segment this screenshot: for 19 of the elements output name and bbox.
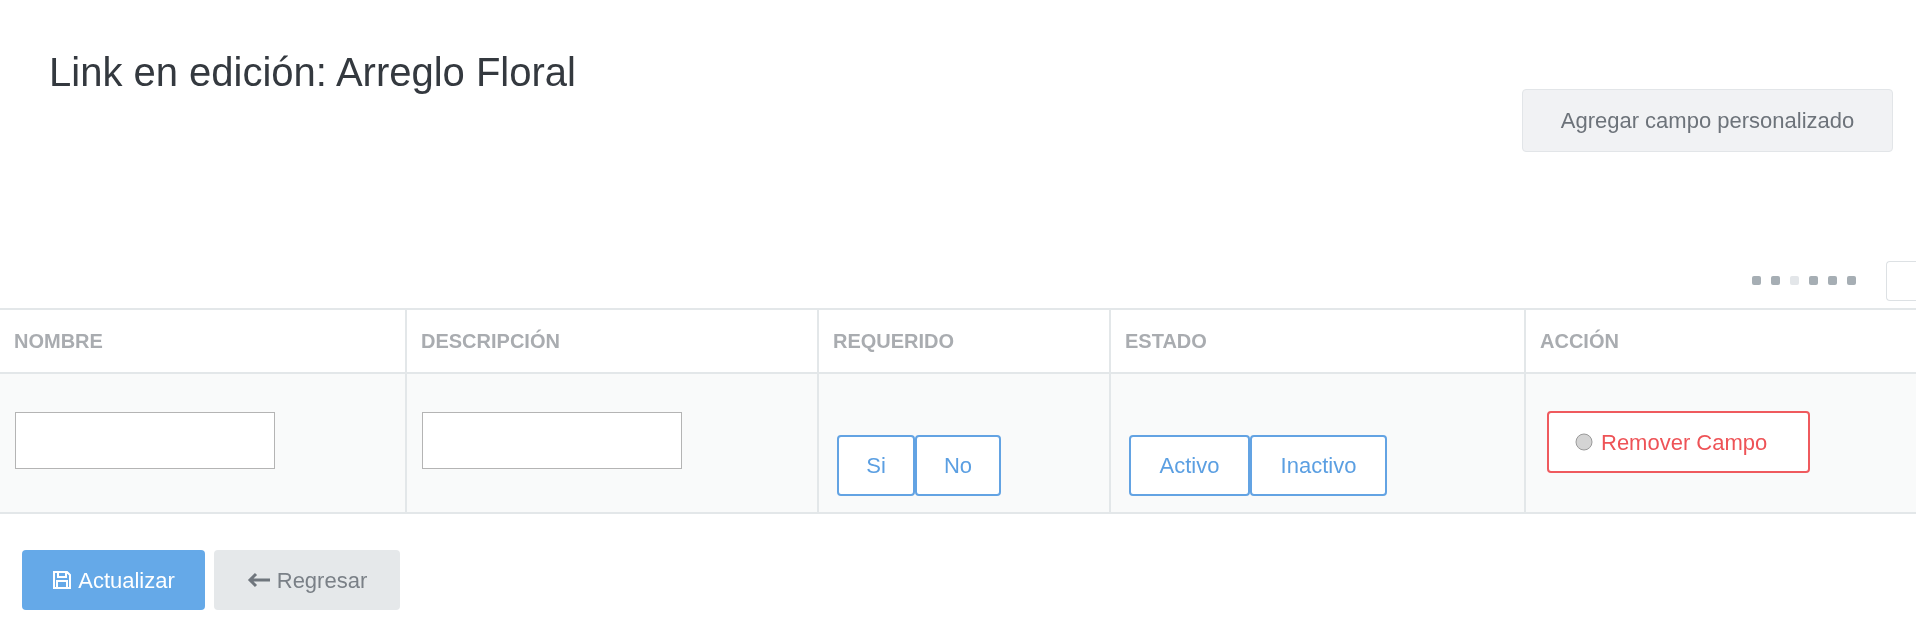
column-header: NOMBRE xyxy=(14,329,103,354)
back-button[interactable]: Regresar xyxy=(214,550,400,610)
remove-field-button[interactable]: Remover Campo xyxy=(1547,411,1810,473)
option-button[interactable]: Inactivo xyxy=(1250,435,1387,496)
option-button[interactable]: Si xyxy=(837,435,915,496)
input-field[interactable] xyxy=(422,412,682,469)
column-header: ESTADO xyxy=(1125,329,1207,354)
input-field[interactable] xyxy=(15,412,275,469)
add-field-button[interactable]: Agregar campo personalizado xyxy=(1522,89,1893,152)
update-button[interactable]: Actualizar xyxy=(22,550,205,610)
column-header: ACCIÓN xyxy=(1540,328,1619,354)
circle-icon xyxy=(1575,433,1593,451)
page-title: Link en edición: Arreglo Floral xyxy=(49,49,576,96)
option-button[interactable]: Activo xyxy=(1129,435,1250,496)
column-header: DESCRIPCIÓN xyxy=(421,328,560,354)
option-button[interactable]: No xyxy=(915,435,1001,496)
dropdown-button[interactable] xyxy=(1886,260,1916,301)
column-header: REQUERIDO xyxy=(833,329,955,354)
left-arrow-icon xyxy=(246,572,271,588)
